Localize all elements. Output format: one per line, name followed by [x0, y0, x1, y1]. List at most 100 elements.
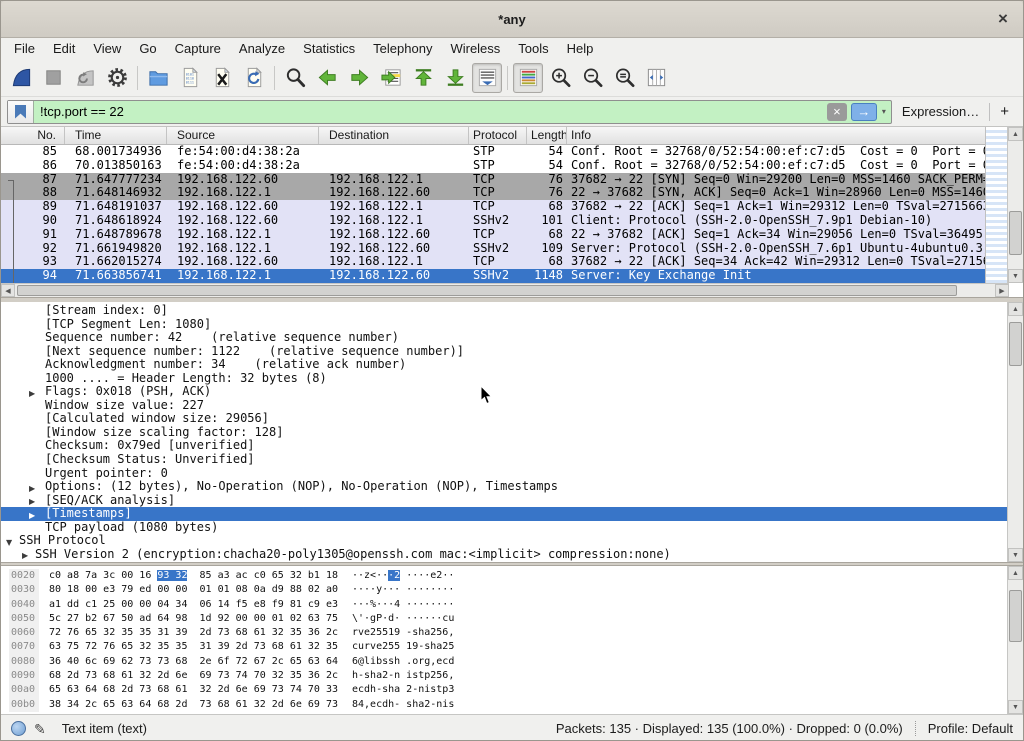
menu-tools[interactable]: Tools: [509, 40, 557, 57]
detail-line[interactable]: [Next sequence number: 1122 (relative se…: [1, 345, 1007, 359]
scroll-down-icon[interactable]: ▼: [1008, 269, 1023, 283]
scrollbar-thumb[interactable]: [17, 285, 957, 296]
detail-line[interactable]: Urgent pointer: 0: [1, 467, 1007, 481]
scrollbar-track[interactable]: [15, 284, 995, 297]
scroll-left-icon[interactable]: ◀: [1, 284, 15, 297]
go-forward-button[interactable]: [344, 63, 374, 93]
packet-row-91[interactable]: 9171.648789678192.168.122.1192.168.122.6…: [1, 228, 987, 242]
hex-row[interactable]: 00a065 63 64 68 2d 73 68 61 32 2d 6e 69 …: [1, 683, 1007, 697]
menu-edit[interactable]: Edit: [44, 40, 84, 57]
packet-row-85[interactable]: 8568.001734936fe:54:00:d4:38:2aSTP54Conf…: [1, 145, 987, 159]
detail-line[interactable]: Acknowledgment number: 34 (relative ack …: [1, 358, 1007, 372]
detail-line[interactable]: ▼SSH Protocol: [1, 534, 1007, 548]
profile-label[interactable]: Profile: Default: [928, 721, 1013, 736]
go-to-packet-button[interactable]: [376, 63, 406, 93]
tree-expand-icon[interactable]: ▶: [29, 387, 35, 399]
scroll-right-icon[interactable]: ▶: [995, 284, 1009, 297]
hex-row[interactable]: 0040a1 dd c1 25 00 00 04 34 06 14 f5 e8 …: [1, 598, 1007, 612]
hex-row[interactable]: 007063 75 72 76 65 32 35 35 31 39 2d 73 …: [1, 640, 1007, 654]
detail-line[interactable]: ▶SSH Version 2 (encryption:chacha20-poly…: [1, 548, 1007, 562]
details-scrollbar[interactable]: ▲ ▼: [1007, 302, 1023, 562]
filter-add-button[interactable]: +: [996, 103, 1017, 120]
capture-comment-icon[interactable]: ✎: [34, 722, 46, 736]
save-file-button[interactable]: 010101100111: [175, 63, 205, 93]
resize-columns-button[interactable]: [641, 63, 671, 93]
column-header-no[interactable]: No.: [1, 127, 65, 144]
menu-telephony[interactable]: Telephony: [364, 40, 441, 57]
packet-row-90[interactable]: 9071.648618924192.168.122.60192.168.122.…: [1, 214, 987, 228]
packet-list-hscrollbar[interactable]: ◀ ▶: [1, 283, 1009, 297]
detail-line[interactable]: Checksum: 0x79ed [unverified]: [1, 439, 1007, 453]
detail-line[interactable]: ▶Flags: 0x018 (PSH, ACK): [1, 385, 1007, 399]
hex-scrollbar[interactable]: ▲ ▼: [1007, 566, 1023, 714]
display-filter-input[interactable]: [34, 104, 827, 119]
menu-capture[interactable]: Capture: [166, 40, 230, 57]
scrollbar-track[interactable]: [1008, 141, 1023, 269]
scroll-up-icon[interactable]: ▲: [1008, 302, 1023, 316]
packet-row-89[interactable]: 8971.648191037192.168.122.60192.168.122.…: [1, 200, 987, 214]
menu-statistics[interactable]: Statistics: [294, 40, 364, 57]
expert-info-icon[interactable]: [11, 721, 26, 736]
scroll-up-icon[interactable]: ▲: [1008, 127, 1023, 141]
hex-row[interactable]: 0020c0 a8 7a 3c 00 16 93 32 85 a3 ac c0 …: [1, 569, 1007, 583]
find-packet-button[interactable]: [280, 63, 310, 93]
packet-row-93[interactable]: 9371.662015274192.168.122.60192.168.122.…: [1, 255, 987, 269]
detail-line[interactable]: 1000 .... = Header Length: 32 bytes (8): [1, 372, 1007, 386]
tree-expand-icon[interactable]: ▶: [22, 549, 28, 561]
expression-button[interactable]: Expression…: [898, 104, 983, 119]
packet-row-87[interactable]: 8771.647777234192.168.122.60192.168.122.…: [1, 173, 987, 187]
detail-line[interactable]: ▶[SEQ/ACK analysis]: [1, 494, 1007, 508]
tree-expand-icon[interactable]: ▶: [29, 482, 35, 494]
titlebar[interactable]: *any ×: [1, 1, 1023, 38]
menu-help[interactable]: Help: [558, 40, 603, 57]
scroll-up-icon[interactable]: ▲: [1008, 566, 1023, 580]
detail-line[interactable]: [TCP Segment Len: 1080]: [1, 318, 1007, 332]
scrollbar-track[interactable]: [1008, 580, 1023, 700]
restart-capture-button[interactable]: [70, 63, 100, 93]
packet-list-scrollbar[interactable]: ▲ ▼: [1007, 127, 1023, 283]
scrollbar-track[interactable]: [1008, 316, 1023, 548]
tree-collapse-icon[interactable]: ▼: [6, 536, 12, 548]
display-filter-field[interactable]: × → ▾: [7, 100, 892, 124]
hex-row[interactable]: 00b038 34 2c 65 63 64 68 2d 73 68 61 32 …: [1, 698, 1007, 712]
packet-row-86[interactable]: 8670.013850163fe:54:00:d4:38:2aSTP54Conf…: [1, 159, 987, 173]
tree-expand-icon[interactable]: ▶: [29, 509, 35, 521]
detail-line[interactable]: TCP payload (1080 bytes): [1, 521, 1007, 535]
detail-line[interactable]: [Calculated window size: 29056]: [1, 412, 1007, 426]
scrollbar-thumb[interactable]: [1009, 590, 1022, 642]
menu-file[interactable]: File: [5, 40, 44, 57]
filter-bookmark-button[interactable]: [8, 101, 34, 123]
scroll-down-icon[interactable]: ▼: [1008, 700, 1023, 714]
filter-history-caret-icon[interactable]: ▾: [877, 107, 891, 116]
hex-row[interactable]: 003080 18 00 e3 79 ed 00 00 01 01 08 0a …: [1, 583, 1007, 597]
menu-go[interactable]: Go: [130, 40, 165, 57]
column-header-source[interactable]: Source: [167, 127, 319, 144]
close-file-button[interactable]: [207, 63, 237, 93]
detail-line[interactable]: ▶Options: (12 bytes), No-Operation (NOP)…: [1, 480, 1007, 494]
start-capture-button[interactable]: [6, 63, 36, 93]
zoom-reset-button[interactable]: [609, 63, 639, 93]
hex-row[interactable]: 00505c 27 b2 67 50 ad 64 98 1d 92 00 00 …: [1, 612, 1007, 626]
auto-scroll-button[interactable]: [472, 63, 502, 93]
menu-analyze[interactable]: Analyze: [230, 40, 294, 57]
scrollbar-thumb[interactable]: [1009, 211, 1022, 255]
scroll-down-icon[interactable]: ▼: [1008, 548, 1023, 562]
stop-capture-button[interactable]: [38, 63, 68, 93]
filter-clear-icon[interactable]: ×: [827, 103, 847, 121]
reload-file-button[interactable]: [239, 63, 269, 93]
packet-list-minimap[interactable]: [985, 127, 1007, 283]
detail-line[interactable]: [Checksum Status: Unverified]: [1, 453, 1007, 467]
detail-line[interactable]: ▶[Timestamps]: [1, 507, 1007, 521]
close-icon[interactable]: ×: [993, 9, 1013, 29]
hex-row[interactable]: 008036 40 6c 69 62 73 73 68 2e 6f 72 67 …: [1, 655, 1007, 669]
filter-apply-icon[interactable]: →: [851, 103, 877, 121]
column-header-destination[interactable]: Destination: [319, 127, 469, 144]
column-header-length[interactable]: Length: [527, 127, 567, 144]
packet-row-88[interactable]: 8871.648146932192.168.122.1192.168.122.6…: [1, 186, 987, 200]
hex-row[interactable]: 009068 2d 73 68 61 32 2d 6e 69 73 74 70 …: [1, 669, 1007, 683]
tree-expand-icon[interactable]: ▶: [29, 495, 35, 507]
zoom-out-button[interactable]: [577, 63, 607, 93]
menu-view[interactable]: View: [84, 40, 130, 57]
detail-line[interactable]: Window size value: 227: [1, 399, 1007, 413]
hex-row[interactable]: 006072 76 65 32 35 35 31 39 2d 73 68 61 …: [1, 626, 1007, 640]
